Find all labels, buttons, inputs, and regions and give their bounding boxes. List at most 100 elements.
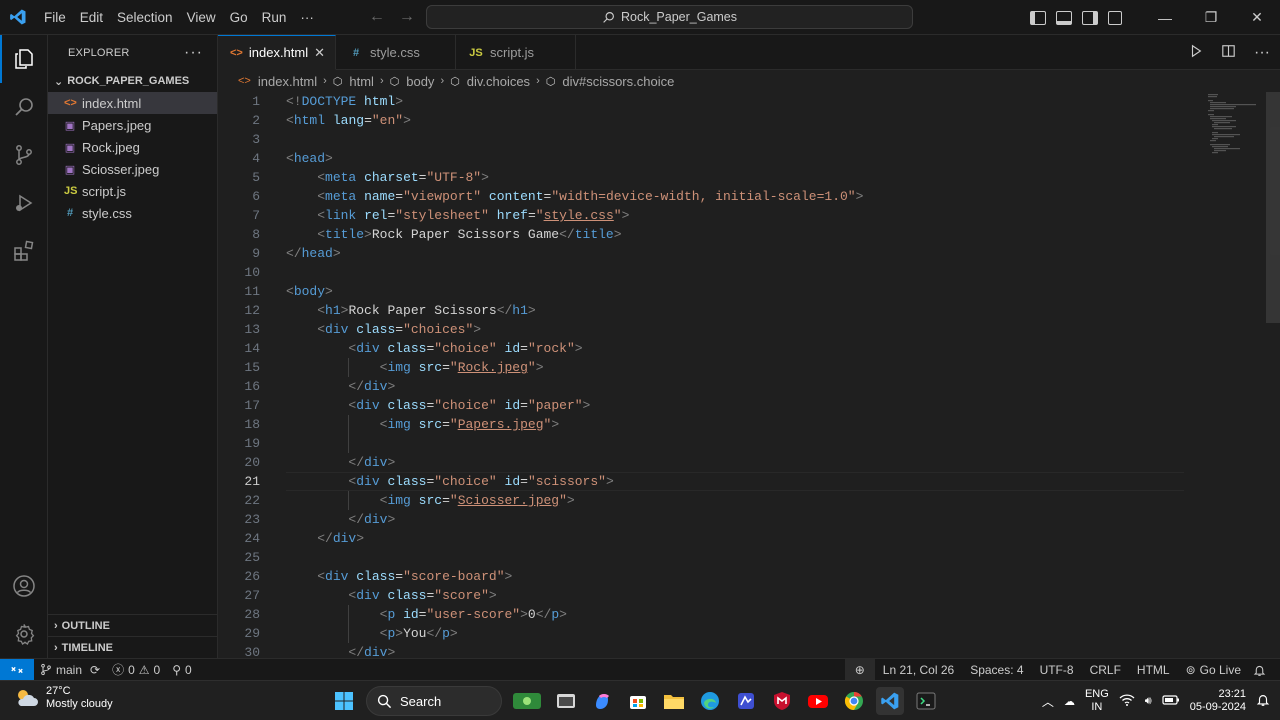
wifi-icon[interactable] (1119, 693, 1135, 710)
tab-style-css[interactable]: # style.css (336, 35, 456, 70)
tab-index-html[interactable]: <> index.html ✕ (218, 35, 336, 70)
code-line[interactable]: 17 <div class="choice" id="paper"> (218, 396, 1184, 415)
code-line[interactable]: 6 <meta name="viewport" content="width=d… (218, 187, 1184, 206)
menu-item-run[interactable]: Run (255, 0, 294, 35)
code-line[interactable]: 21 <div class="choice" id="scissors"> (218, 472, 1184, 491)
code-line[interactable]: 3 (218, 130, 1184, 149)
breadcrumb-item[interactable]: body (406, 74, 434, 89)
extensions-icon[interactable] (0, 227, 48, 275)
encoding[interactable]: UTF-8 (1032, 659, 1082, 681)
editor-app-icon[interactable] (732, 687, 760, 715)
ports-indicator[interactable]: ⚲ 0 (166, 659, 197, 681)
volume-icon[interactable]: 🔊︎ (1145, 695, 1152, 708)
file-item[interactable]: <> index.html (48, 92, 217, 114)
breadcrumb-item[interactable]: div#scissors.choice (562, 74, 674, 89)
folder-root[interactable]: ⌄ ROCK_PAPER_GAMES (48, 70, 217, 92)
file-item[interactable]: ▣ Rock.jpeg (48, 136, 217, 158)
breadcrumb-item[interactable]: div.choices (467, 74, 530, 89)
breadcrumb-item[interactable]: index.html (258, 74, 317, 89)
onedrive-offline-icon[interactable]: ☁ (1064, 695, 1075, 708)
search-icon[interactable] (0, 83, 48, 131)
menu-item-go[interactable]: Go (223, 0, 255, 35)
menu-item-more[interactable]: ··· (293, 0, 321, 35)
taskbar-search[interactable]: Search (366, 686, 502, 716)
code-line[interactable]: 26 <div class="score-board"> (218, 567, 1184, 586)
accounts-icon[interactable] (0, 562, 48, 610)
code-line[interactable]: 7 <link rel="stylesheet" href="style.css… (218, 206, 1184, 225)
code-line[interactable]: 20 </div> (218, 453, 1184, 472)
code-line[interactable]: 13 <div class="choices"> (218, 320, 1184, 339)
code-line[interactable]: 28 <p id="user-score">0</p> (218, 605, 1184, 624)
notifications-bell-icon[interactable] (1249, 659, 1270, 681)
show-hidden-icons-chevron-icon[interactable]: ︿ (1042, 693, 1054, 710)
language-mode[interactable]: HTML (1129, 659, 1178, 681)
menu-item-selection[interactable]: Selection (110, 0, 180, 35)
code-line[interactable]: 19 (218, 434, 1184, 453)
indentation[interactable]: Spaces: 4 (962, 659, 1031, 681)
code-line[interactable]: 4 <head> (218, 149, 1184, 168)
code-line[interactable]: 12 <h1>Rock Paper Scissors</h1> (218, 301, 1184, 320)
toggle-panel-icon[interactable] (1056, 10, 1072, 25)
notification-center-bell-icon[interactable] (1256, 693, 1270, 710)
sync-icon[interactable]: ⟳ (90, 663, 100, 677)
toggle-secondary-sidebar-icon[interactable] (1082, 10, 1098, 25)
code-line[interactable]: 18 <img src="Papers.jpeg"> (218, 415, 1184, 434)
outline-section[interactable]: › OUTLINE (48, 614, 218, 636)
run-debug-icon[interactable] (0, 179, 48, 227)
file-item[interactable]: JS script.js (48, 180, 217, 202)
source-control-icon[interactable] (0, 131, 48, 179)
code-line[interactable]: 15 <img src="Rock.jpeg"> (218, 358, 1184, 377)
close-window-button[interactable]: ✕ (1234, 0, 1280, 35)
back-arrow-icon[interactable]: ← (369, 8, 385, 26)
battery-icon[interactable] (1162, 694, 1180, 709)
file-explorer-folder-icon[interactable] (660, 687, 688, 715)
code-line[interactable]: 16 </div> (218, 377, 1184, 396)
youtube-icon[interactable] (804, 687, 832, 715)
code-line[interactable]: 29 <p>You</p> (218, 624, 1184, 643)
editor-more-actions-icon[interactable]: ··· (1254, 44, 1270, 62)
zoom-icon[interactable]: ⊕ (844, 659, 875, 681)
command-center[interactable]: Rock_Paper_Games (426, 5, 913, 29)
code-line[interactable]: 30 </div> (218, 643, 1184, 658)
close-tab-icon[interactable]: ✕ (314, 45, 325, 61)
edge-browser-icon[interactable] (696, 687, 724, 715)
problems-indicator[interactable]: ⓧ 0 ⚠ 0 (106, 659, 166, 681)
copilot-icon[interactable] (588, 687, 616, 715)
code-line[interactable]: 23 </div> (218, 510, 1184, 529)
code-line[interactable]: 24 </div> (218, 529, 1184, 548)
minimize-button[interactable]: — (1142, 0, 1188, 35)
microsoft-store-icon[interactable] (624, 687, 652, 715)
code-line[interactable]: 11 <body> (218, 282, 1184, 301)
file-explorer-dark-icon[interactable] (552, 687, 580, 715)
file-item[interactable]: ▣ Papers.jpeg (48, 114, 217, 136)
split-editor-icon[interactable] (1221, 44, 1236, 61)
clock[interactable]: 23:21 05-09-2024 (1190, 688, 1246, 714)
code-line[interactable]: 2 <html lang="en"> (218, 111, 1184, 130)
menu-item-file[interactable]: File (37, 0, 73, 35)
widgets-app-icon[interactable] (510, 687, 544, 715)
code-line[interactable]: 8 <title>Rock Paper Scissors Game</title… (218, 225, 1184, 244)
code-line[interactable]: 22 <img src="Sciosser.jpeg"> (218, 491, 1184, 510)
file-item[interactable]: # style.css (48, 202, 217, 224)
breadcrumb-item[interactable]: html (349, 74, 374, 89)
forward-arrow-icon[interactable]: → (399, 8, 415, 26)
file-item[interactable]: ▣ Sciosser.jpeg (48, 158, 217, 180)
code-line[interactable]: 14 <div class="choice" id="rock"> (218, 339, 1184, 358)
go-live-button[interactable]: ⊚ Go Live (1178, 659, 1249, 681)
mcafee-icon[interactable] (768, 687, 796, 715)
code-line[interactable]: 9 </head> (218, 244, 1184, 263)
end-of-line[interactable]: CRLF (1082, 659, 1129, 681)
explorer-icon[interactable] (0, 35, 48, 83)
customize-layout-icon[interactable] (1108, 10, 1122, 25)
cursor-position[interactable]: Ln 21, Col 26 (875, 659, 962, 681)
code-line[interactable]: 25 (218, 548, 1184, 567)
weather-widget[interactable]: 27°C Mostly cloudy (14, 685, 113, 711)
timeline-section[interactable]: › TIMELINE (48, 636, 218, 658)
code-line[interactable]: 5 <meta charset="UTF-8"> (218, 168, 1184, 187)
code-line[interactable]: 1 <!DOCTYPE html> (218, 92, 1184, 111)
terminal-app-icon[interactable] (912, 687, 940, 715)
menu-item-view[interactable]: View (180, 0, 223, 35)
code-editor[interactable]: 1 <!DOCTYPE html> 2 <html lang="en"> 3 4 <head… (218, 92, 1280, 658)
code-line[interactable]: 27 <div class="score"> (218, 586, 1184, 605)
editor-scrollbar[interactable] (1266, 92, 1280, 323)
